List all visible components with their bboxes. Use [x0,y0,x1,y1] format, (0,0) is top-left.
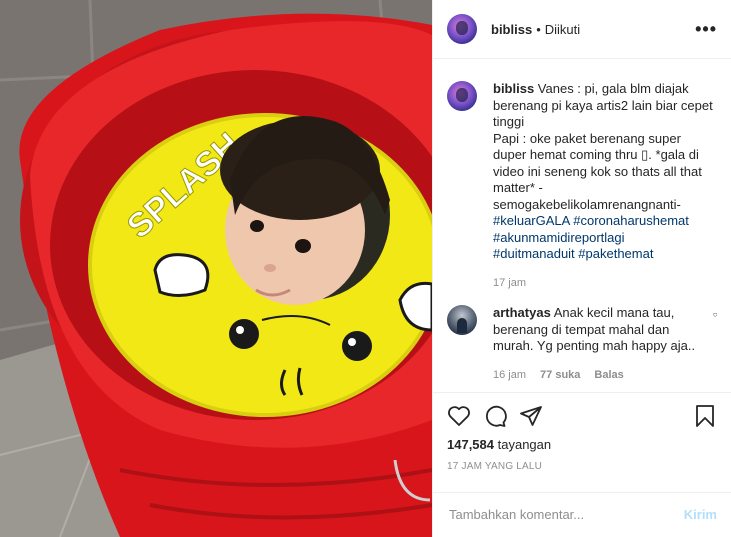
post-time-ago[interactable]: 17 JAM YANG LALU [447,461,717,472]
separator-dot: • [536,21,541,37]
post-header: bibliss • Diikuti ••• [433,0,731,60]
hashtag-link[interactable]: #pakethemat [578,246,653,261]
hashtag-link[interactable]: #duitmanaduit [493,246,575,261]
instagram-post: SPLASH bibliss • Diikuti ••• bibliss Van… [0,0,731,537]
video-frame: SPLASH [0,0,432,537]
add-comment-bar: Kirim [433,491,731,537]
post-actions: 147,584 tayangan 17 JAM YANG LALU [433,391,731,476]
follow-status[interactable]: Diikuti [545,22,580,37]
post-sidebar: bibliss • Diikuti ••• bibliss Vanes : pi… [432,0,731,537]
hashtag-link[interactable]: #coronaharushemat [573,213,689,228]
views-label: tayangan [497,436,552,452]
caption-avatar[interactable] [447,81,477,112]
comment-bubble-icon[interactable] [483,404,507,428]
commenter-username[interactable]: arthatyas [493,305,551,320]
caption-meta: 17 jam [493,275,717,292]
comments-section: bibliss Vanes : pi, gala blm diajak bere… [433,59,731,392]
comment-like-heart-icon[interactable] [712,309,717,321]
hashtag-link[interactable]: #keluarGALA [493,213,570,228]
comment-input[interactable] [447,506,684,524]
caption-time[interactable]: 17 jam [493,275,526,292]
comment-meta: 16 jam 77 suka Balas [493,367,705,384]
commenter-avatar[interactable] [447,305,477,336]
action-buttons [447,401,717,431]
header-username[interactable]: bibliss [491,22,532,37]
bookmark-icon[interactable] [693,404,717,428]
share-send-icon[interactable] [519,404,543,428]
user-avatar[interactable] [447,14,477,45]
comment-likes[interactable]: 77 suka [540,367,580,384]
send-comment-button[interactable]: Kirim [684,507,717,522]
caption-username[interactable]: bibliss [493,81,534,96]
hashtag-link[interactable]: #akunmamidireportlagi [493,230,625,245]
more-horizontal-icon[interactable]: ••• [695,19,717,40]
views-number: 147,584 [447,436,494,452]
caption-body: Vanes : pi, gala blm diajak berenang pi … [493,81,713,212]
comment-text: arthatyas Anak kecil mana tau, berenang … [493,305,705,355]
views-count: 147,584 tayangan [447,437,717,452]
comment-time[interactable]: 16 jam [493,367,526,384]
like-heart-icon[interactable] [447,404,471,428]
post-video[interactable]: SPLASH [0,0,432,537]
caption-text: bibliss Vanes : pi, gala blm diajak bere… [493,81,717,263]
comment-item: arthatyas Anak kecil mana tau, berenang … [447,305,717,383]
caption: bibliss Vanes : pi, gala blm diajak bere… [447,81,717,291]
reply-button[interactable]: Balas [594,367,623,384]
